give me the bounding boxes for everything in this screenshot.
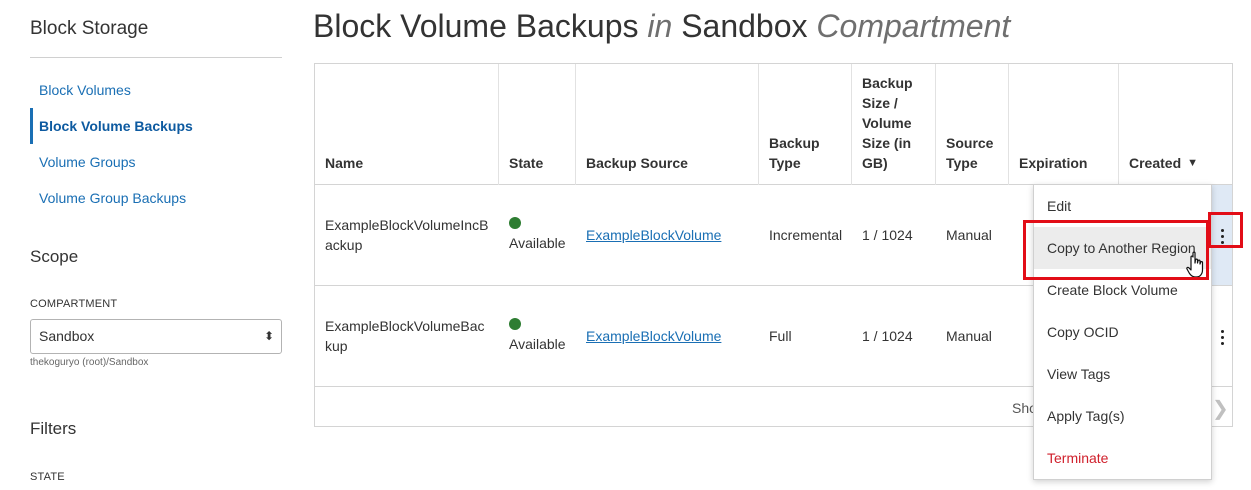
sidebar-item-block-volume-backups[interactable]: Block Volume Backups (30, 108, 282, 144)
sidebar-title: Block Storage (30, 18, 149, 39)
scope-title: Scope (30, 247, 79, 266)
select-chevron-icon: ⬍ (263, 329, 274, 343)
page-title-main: Block Volume Backups (313, 8, 639, 44)
row-size: 1 / 1024 (862, 227, 913, 243)
compartment-label: COMPARTMENT (30, 298, 118, 310)
sidebar-nav: Block Volumes Block Volume Backups Volum… (30, 72, 282, 216)
row-name: ExampleBlockVolumeIncBackup (325, 217, 489, 253)
backup-source-link[interactable]: ExampleBlockVolume (586, 225, 721, 245)
col-header-state[interactable]: State (499, 64, 576, 185)
col-header-expiration[interactable]: Expiration (1009, 64, 1119, 185)
row-source-type: Manual (946, 328, 992, 344)
menu-item-view-tags[interactable]: View Tags (1034, 353, 1211, 395)
col-header-source-type[interactable]: Source Type (936, 64, 1009, 185)
row-actions-kebab-icon[interactable] (1211, 322, 1233, 352)
col-header-name[interactable]: Name (315, 64, 499, 185)
row-state: Available (499, 286, 576, 386)
backup-source-link[interactable]: ExampleBlockVolume (586, 326, 721, 346)
row-name: ExampleBlockVolumeBackup (325, 318, 485, 354)
row-actions-menu: Edit Copy to Another Region Create Block… (1033, 184, 1212, 480)
table-header: Name State Backup Source Backup Type Bac… (315, 64, 1232, 185)
compartment-path: thekoguryo (root)/Sandbox (30, 357, 149, 368)
state-filter-label: STATE (30, 471, 65, 483)
page-title-in: in (647, 8, 673, 44)
page-title-suffix: Compartment (816, 8, 1011, 44)
available-status-icon (509, 318, 521, 330)
menu-item-create-block-volume[interactable]: Create Block Volume (1034, 269, 1211, 311)
row-source-type: Manual (946, 227, 992, 243)
next-page-chevron-icon[interactable]: ❯ (1212, 396, 1229, 421)
row-size: 1 / 1024 (862, 328, 913, 344)
col-header-backup-size[interactable]: Backup Size / Volume Size (in GB) (852, 64, 936, 185)
compartment-select[interactable]: Sandbox ⬍ (30, 319, 282, 354)
page-title: Block Volume Backups in Sandbox Compartm… (313, 8, 1010, 45)
menu-item-copy-ocid[interactable]: Copy OCID (1034, 311, 1211, 353)
available-status-icon (509, 217, 521, 229)
sidebar-item-volume-groups[interactable]: Volume Groups (30, 144, 282, 180)
col-header-created[interactable]: Created ▼ (1119, 64, 1232, 185)
sidebar: Block Storage Block Volumes Block Volume… (0, 0, 300, 490)
row-backup-source: ExampleBlockVolume (576, 185, 759, 285)
row-backup-type: Incremental (769, 227, 843, 243)
sidebar-divider (30, 57, 282, 58)
row-backup-source: ExampleBlockVolume (576, 286, 759, 386)
filters-title: Filters (30, 419, 77, 438)
menu-item-edit[interactable]: Edit (1034, 185, 1211, 227)
col-header-backup-source[interactable]: Backup Source (576, 64, 759, 185)
row-backup-type: Full (769, 328, 792, 344)
hand-cursor-icon (1186, 251, 1204, 278)
row-state: Available (499, 185, 576, 285)
compartment-select-value: Sandbox (39, 328, 95, 344)
sort-desc-icon: ▼ (1187, 157, 1199, 169)
sidebar-item-volume-group-backups[interactable]: Volume Group Backups (30, 180, 282, 216)
row-actions-kebab-icon[interactable] (1211, 221, 1233, 251)
sidebar-item-block-volumes[interactable]: Block Volumes (30, 72, 282, 108)
menu-item-terminate[interactable]: Terminate (1034, 437, 1211, 479)
menu-item-apply-tags[interactable]: Apply Tag(s) (1034, 395, 1211, 437)
col-header-backup-type[interactable]: Backup Type (759, 64, 852, 185)
menu-item-copy-to-another-region[interactable]: Copy to Another Region (1034, 227, 1211, 269)
page-title-compartment: Sandbox (681, 8, 808, 44)
